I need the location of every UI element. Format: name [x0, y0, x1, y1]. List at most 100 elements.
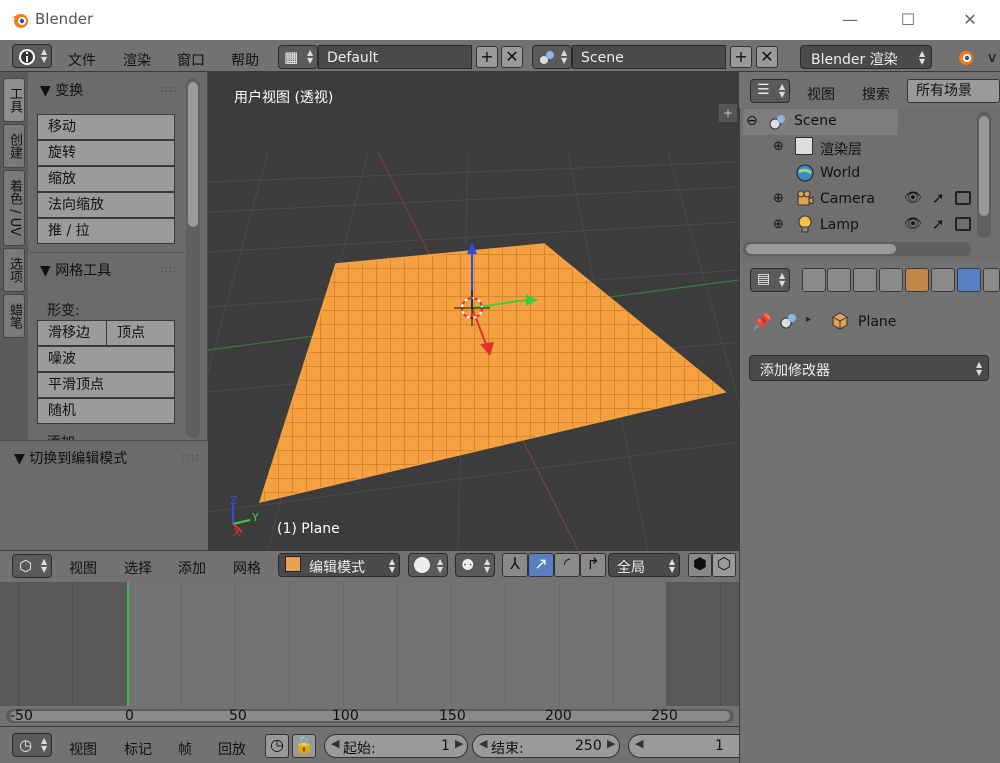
renderable-camera-icon[interactable] — [955, 191, 971, 205]
constraints-link-icon[interactable] — [931, 268, 955, 292]
tool-shelf-scrollbar[interactable] — [186, 78, 200, 438]
start-frame-field[interactable]: ◀ 起始: 1 ▶ — [324, 734, 468, 758]
menu-file[interactable]: 文件 — [68, 50, 96, 70]
minimize-button[interactable]: — — [830, 6, 870, 34]
viewport-shading-select[interactable]: ▲ ▼ — [408, 553, 448, 577]
move-button[interactable]: 移动 — [37, 114, 175, 140]
layer-cube-alt-icon[interactable]: ⬡ — [712, 553, 736, 577]
remove-scene-button[interactable]: ✕ — [756, 46, 778, 68]
current-frame-field[interactable]: ◀ 1 — [628, 734, 739, 758]
timeline-ruler[interactable] — [0, 706, 739, 726]
outliner-editor-type[interactable]: ☰ ▲ ▼ — [750, 79, 790, 103]
outliner-vscrollbar[interactable] — [977, 112, 991, 238]
render-layers-tab-icon[interactable] — [827, 268, 851, 292]
data-tab-icon[interactable] — [983, 268, 1000, 292]
expand-icon[interactable]: ⊕ — [773, 191, 784, 206]
editor-type-info[interactable]: ▲ ▼ — [12, 44, 52, 68]
scene-tab-icon[interactable] — [853, 268, 877, 292]
menu-window[interactable]: 窗口 — [177, 50, 205, 70]
scene-name-field[interactable]: Scene — [572, 45, 726, 69]
outliner-menu-view[interactable]: 视图 — [807, 84, 835, 104]
scale-button[interactable]: 缩放 — [37, 166, 175, 192]
rotate-button[interactable]: 旋转 — [37, 140, 175, 166]
current-frame-marker[interactable] — [127, 582, 129, 706]
close-button[interactable]: ✕ — [950, 6, 990, 34]
toggle-edit-mode-title[interactable]: ▼ 切换到编辑模式 — [14, 448, 127, 468]
outliner-item-render-layers[interactable]: 渲染层 — [820, 139, 862, 165]
timeline-editor-type[interactable]: ◷ ▲ ▼ — [12, 733, 52, 757]
modifiers-wrench-icon[interactable] — [957, 268, 981, 292]
rotate-manipulator-icon[interactable]: ◜ — [554, 553, 580, 577]
preview-range-clock-icon[interactable]: ◷ — [265, 734, 289, 758]
3d-viewport[interactable]: Z Y X 用户视图 (透视) (1) Plane + — [208, 72, 739, 550]
visibility-eye-icon[interactable]: 👁 — [904, 216, 922, 232]
vertex-slide-button[interactable]: 顶点 — [106, 320, 175, 346]
outliner-menu-search[interactable]: 搜索 — [862, 84, 890, 104]
tab-create[interactable]: 创建 — [3, 124, 25, 168]
screen-layout-selector[interactable]: ▦ ▲ ▼ — [278, 45, 318, 69]
expand-icon[interactable]: ⊕ — [773, 139, 784, 154]
end-frame-field[interactable]: ◀ 结束: 250 ▶ — [472, 734, 620, 758]
add-scene-button[interactable]: + — [730, 46, 752, 68]
outliner-item-world[interactable]: World — [820, 165, 860, 191]
tab-tools[interactable]: 工具 — [3, 78, 25, 122]
mesh-menu[interactable]: 网格 — [233, 558, 261, 578]
visibility-eye-icon[interactable]: 👁 — [904, 190, 922, 206]
selectable-cursor-icon[interactable]: ➚ — [932, 215, 945, 233]
outliner-item-scene[interactable]: Scene — [794, 113, 837, 139]
edit-mode-icon — [285, 556, 301, 572]
info-icon — [19, 49, 35, 65]
timeline-menu-frame[interactable]: 帧 — [178, 739, 192, 759]
outliner-hscrollbar[interactable] — [743, 242, 971, 256]
lock-icon[interactable]: 🔒 — [292, 734, 316, 758]
render-engine-select[interactable]: Blender 渲染 ▲ ▼ — [800, 45, 932, 69]
tab-shading-uv[interactable]: 着色 / UV — [3, 170, 25, 246]
add-layout-button[interactable]: + — [476, 46, 498, 68]
shrink-fatten-button[interactable]: 法向缩放 — [37, 192, 175, 218]
timeline-menu-marker[interactable]: 标记 — [124, 739, 152, 759]
select-menu[interactable]: 选择 — [124, 558, 152, 578]
menu-render[interactable]: 渲染 — [123, 50, 151, 70]
tab-grease-pencil[interactable]: 蜡笔 — [3, 294, 25, 338]
view-menu[interactable]: 视图 — [69, 558, 97, 578]
mesh-tools-panel-title[interactable]: ▼ 网格工具 — [40, 260, 111, 280]
object-tab-icon[interactable] — [905, 268, 929, 292]
world-tab-icon[interactable] — [879, 268, 903, 292]
transform-panel-title[interactable]: ▼ 变换 — [40, 80, 83, 100]
outliner-item-camera[interactable]: Camera — [820, 191, 875, 217]
tab-options[interactable]: 选项 — [3, 248, 25, 292]
properties-editor-type[interactable]: ▤ ▲ ▼ — [750, 268, 790, 292]
layout-name-field[interactable]: Default — [318, 45, 472, 69]
render-tab-camera-icon[interactable] — [802, 268, 826, 292]
menu-help[interactable]: 帮助 — [231, 50, 259, 70]
translate-manipulator-icon[interactable]: ↗ — [528, 553, 554, 577]
slide-edge-button[interactable]: 滑移边 — [37, 320, 107, 346]
timeline-menu-playback[interactable]: 回放 — [218, 739, 246, 759]
layer-cube-icon[interactable]: ⬢ — [688, 553, 712, 577]
maximize-button[interactable]: ☐ — [888, 6, 928, 34]
scale-manipulator-icon[interactable]: ↱ — [580, 553, 606, 577]
add-modifier-dropdown[interactable]: 添加修改器 ▲ ▼ — [749, 355, 989, 381]
manipulator-toggle-icon[interactable]: ⅄ — [502, 553, 528, 577]
mode-select[interactable]: 编辑模式 ▲ ▼ — [278, 553, 400, 577]
noise-button[interactable]: 噪波 — [37, 346, 175, 372]
plane-mesh[interactable] — [248, 232, 738, 512]
pin-icon[interactable]: 📌 — [752, 312, 772, 331]
outliner-item-lamp[interactable]: Lamp — [820, 217, 859, 243]
collapse-icon[interactable]: ⊖ — [746, 113, 758, 129]
randomize-button[interactable]: 随机 — [37, 398, 175, 424]
scene-selector[interactable]: ▲ ▼ — [532, 45, 572, 69]
remove-layout-button[interactable]: ✕ — [501, 46, 523, 68]
add-menu[interactable]: 添加 — [178, 558, 206, 578]
transform-orientation-select[interactable]: 全局 ▲ ▼ — [608, 553, 680, 577]
outliner-display-mode[interactable]: 所有场景 — [907, 79, 1000, 103]
smooth-vertex-button[interactable]: 平滑顶点 — [37, 372, 175, 398]
timeline-menu-view[interactable]: 视图 — [69, 739, 97, 759]
push-pull-button[interactable]: 推 / 拉 — [37, 218, 175, 244]
selectable-cursor-icon[interactable]: ➚ — [932, 189, 945, 207]
3d-view-editor-type[interactable]: ⬡ ▲ ▼ — [12, 554, 52, 578]
renderable-camera-icon[interactable] — [955, 217, 971, 231]
expand-icon[interactable]: ⊕ — [773, 217, 784, 232]
properties-toggle-icon[interactable]: + — [719, 104, 737, 122]
pivot-point-select[interactable]: ⚉ ▲ ▼ — [455, 553, 495, 577]
